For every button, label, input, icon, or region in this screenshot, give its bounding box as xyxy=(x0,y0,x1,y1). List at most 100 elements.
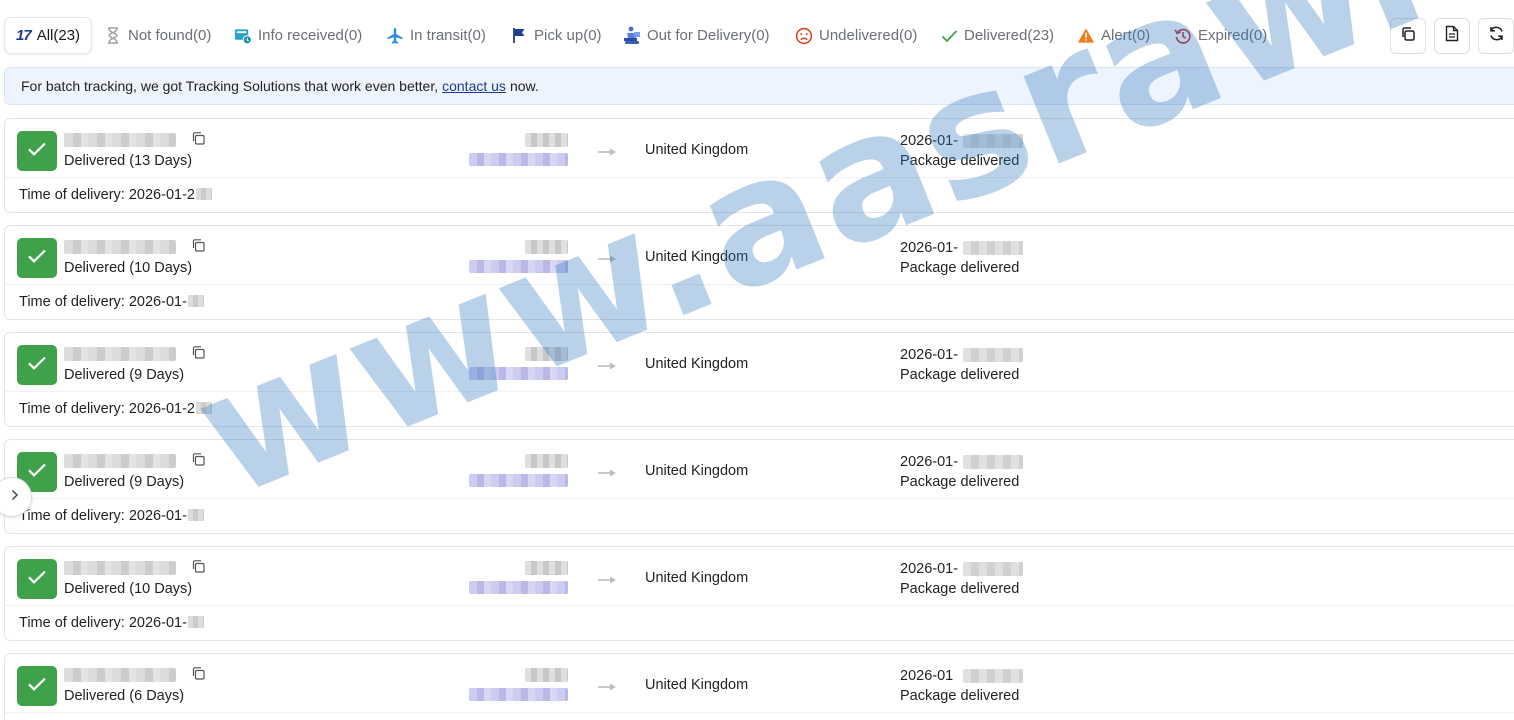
origin-redacted xyxy=(525,347,568,361)
copy-tracking-button[interactable] xyxy=(189,453,207,471)
carrier-redacted xyxy=(469,153,568,166)
shipment-card[interactable]: Delivered (9 Days) United Kingdom 2026-0… xyxy=(4,439,1514,534)
tab-count: (0) xyxy=(751,27,770,44)
notice-text: For batch tracking, we got Tracking Solu… xyxy=(21,78,439,94)
copy-icon xyxy=(191,452,206,472)
copy-icon xyxy=(191,345,206,365)
time-of-delivery: Time of delivery: 2026-01- xyxy=(19,508,204,524)
delivery-duration: Delivered (9 Days) xyxy=(64,367,185,383)
destination-country: United Kingdom xyxy=(645,677,749,693)
delivery-duration: Delivered (6 Days) xyxy=(64,688,185,704)
tab-undelivered[interactable]: Undelivered(0) xyxy=(795,17,917,54)
delivery-duration: Delivered (10 Days) xyxy=(64,260,193,276)
refresh-button[interactable] xyxy=(1478,18,1514,54)
tab-out-for-delivery[interactable]: Out for Delivery(0) xyxy=(623,17,770,54)
tab-label: In transit xyxy=(410,27,468,44)
tab-delivered[interactable]: Delivered(23) xyxy=(940,17,1054,54)
check-icon xyxy=(27,676,47,697)
delivered-status-badge xyxy=(17,345,57,385)
copy-tracking-button[interactable] xyxy=(189,560,207,578)
latest-event-date: 2026-01- xyxy=(900,454,959,470)
latest-event-description: Package delivered xyxy=(900,474,1020,490)
carrier-redacted xyxy=(469,260,568,273)
delivery-duration: Delivered (10 Days) xyxy=(64,581,193,597)
tab-count: (23) xyxy=(1027,27,1055,44)
latest-event-date: 2026-01- xyxy=(900,133,959,149)
logo-17-icon: 17 xyxy=(16,27,32,44)
tab-count: (0) xyxy=(467,27,486,44)
airplane-icon xyxy=(386,27,404,45)
latest-event-description: Package delivered xyxy=(900,260,1020,276)
shipment-summary: Delivered (6 Days) United Kingdom 2026-0… xyxy=(5,654,1514,713)
delivery-duration: Delivered (13 Days) xyxy=(64,153,193,169)
check-icon xyxy=(27,141,47,162)
tab-count: (23) xyxy=(53,27,81,44)
document-icon xyxy=(1445,25,1459,47)
shipment-card[interactable]: Delivered (6 Days) United Kingdom 2026-0… xyxy=(4,653,1514,720)
tab-all[interactable]: 17 All(23) xyxy=(4,17,93,54)
latest-event-description: Package delivered xyxy=(900,688,1020,704)
warning-icon xyxy=(1077,27,1095,45)
copy-all-button[interactable] xyxy=(1390,18,1426,54)
tab-count: (0) xyxy=(1131,27,1151,44)
latest-event-date-redacted xyxy=(963,134,1023,148)
route-arrow-icon xyxy=(597,572,619,584)
tracking-number-redacted xyxy=(64,347,176,361)
export-button[interactable] xyxy=(1434,18,1470,54)
tab-label: Alert xyxy=(1101,27,1132,44)
tab-alert[interactable]: Alert(0) xyxy=(1077,17,1150,54)
destination-country: United Kingdom xyxy=(645,142,749,158)
tab-pick-up[interactable]: Pick up(0) xyxy=(510,17,602,54)
tab-label: Expired xyxy=(1198,27,1249,44)
chevron-right-icon xyxy=(11,488,19,506)
latest-event-description: Package delivered xyxy=(900,367,1020,383)
destination-country: United Kingdom xyxy=(645,356,749,372)
latest-event-description: Package delivered xyxy=(900,153,1020,169)
flag-icon xyxy=(510,27,528,45)
copy-tracking-button[interactable] xyxy=(189,132,207,150)
tab-not-found[interactable]: Not found(0) xyxy=(104,17,211,54)
tab-label: Delivered xyxy=(964,27,1028,44)
tab-in-transit[interactable]: In transit(0) xyxy=(386,17,486,54)
shipment-card[interactable]: Delivered (10 Days) United Kingdom 2026-… xyxy=(4,546,1514,641)
route-arrow-icon xyxy=(597,465,619,477)
delivered-status-badge xyxy=(17,131,57,171)
tab-info-received[interactable]: Info received(0) xyxy=(234,17,362,54)
delivered-status-badge xyxy=(17,238,57,278)
shipment-card[interactable]: Delivered (9 Days) United Kingdom 2026-0… xyxy=(4,332,1514,427)
latest-event-date-redacted xyxy=(963,455,1023,469)
notice-text-end: now. xyxy=(509,78,539,94)
copy-icon xyxy=(191,559,206,579)
origin-redacted xyxy=(525,133,568,147)
route-arrow-icon xyxy=(597,358,619,370)
shipment-card[interactable]: Delivered (13 Days) United Kingdom 2026-… xyxy=(4,118,1514,213)
time-of-delivery: Time of delivery: 2026-01-2 xyxy=(19,401,212,417)
copy-tracking-button[interactable] xyxy=(189,346,207,364)
tracking-number-redacted xyxy=(64,454,176,468)
shipment-card[interactable]: Delivered (10 Days) United Kingdom 2026-… xyxy=(4,225,1514,320)
time-of-delivery-redacted xyxy=(187,509,204,521)
contact-us-link[interactable]: contact us xyxy=(442,78,506,94)
carrier-redacted xyxy=(469,367,568,380)
tracking-number-redacted xyxy=(64,133,176,147)
tab-label: Undelivered xyxy=(819,27,900,44)
time-of-delivery-text: Time of delivery: 2026-01- xyxy=(19,294,187,310)
time-of-delivery: Time of delivery: 2026-01- xyxy=(19,615,204,631)
copy-tracking-button[interactable] xyxy=(189,667,207,685)
hourglass-icon xyxy=(104,27,122,45)
tab-expired[interactable]: Expired(0) xyxy=(1174,17,1267,54)
delivered-status-badge xyxy=(17,559,57,599)
carrier-redacted xyxy=(469,688,568,701)
tab-count: (0) xyxy=(343,27,363,44)
destination-country: United Kingdom xyxy=(645,249,749,265)
tab-label: Pick up xyxy=(534,27,584,44)
check-icon xyxy=(27,569,47,590)
history-icon xyxy=(1174,27,1192,45)
tab-count: (0) xyxy=(193,27,212,44)
origin-redacted xyxy=(525,454,568,468)
origin-redacted xyxy=(525,561,568,575)
tab-label: All xyxy=(36,27,54,44)
time-of-delivery-redacted xyxy=(195,188,212,200)
copy-tracking-button[interactable] xyxy=(189,239,207,257)
tab-label: Not found xyxy=(128,27,194,44)
